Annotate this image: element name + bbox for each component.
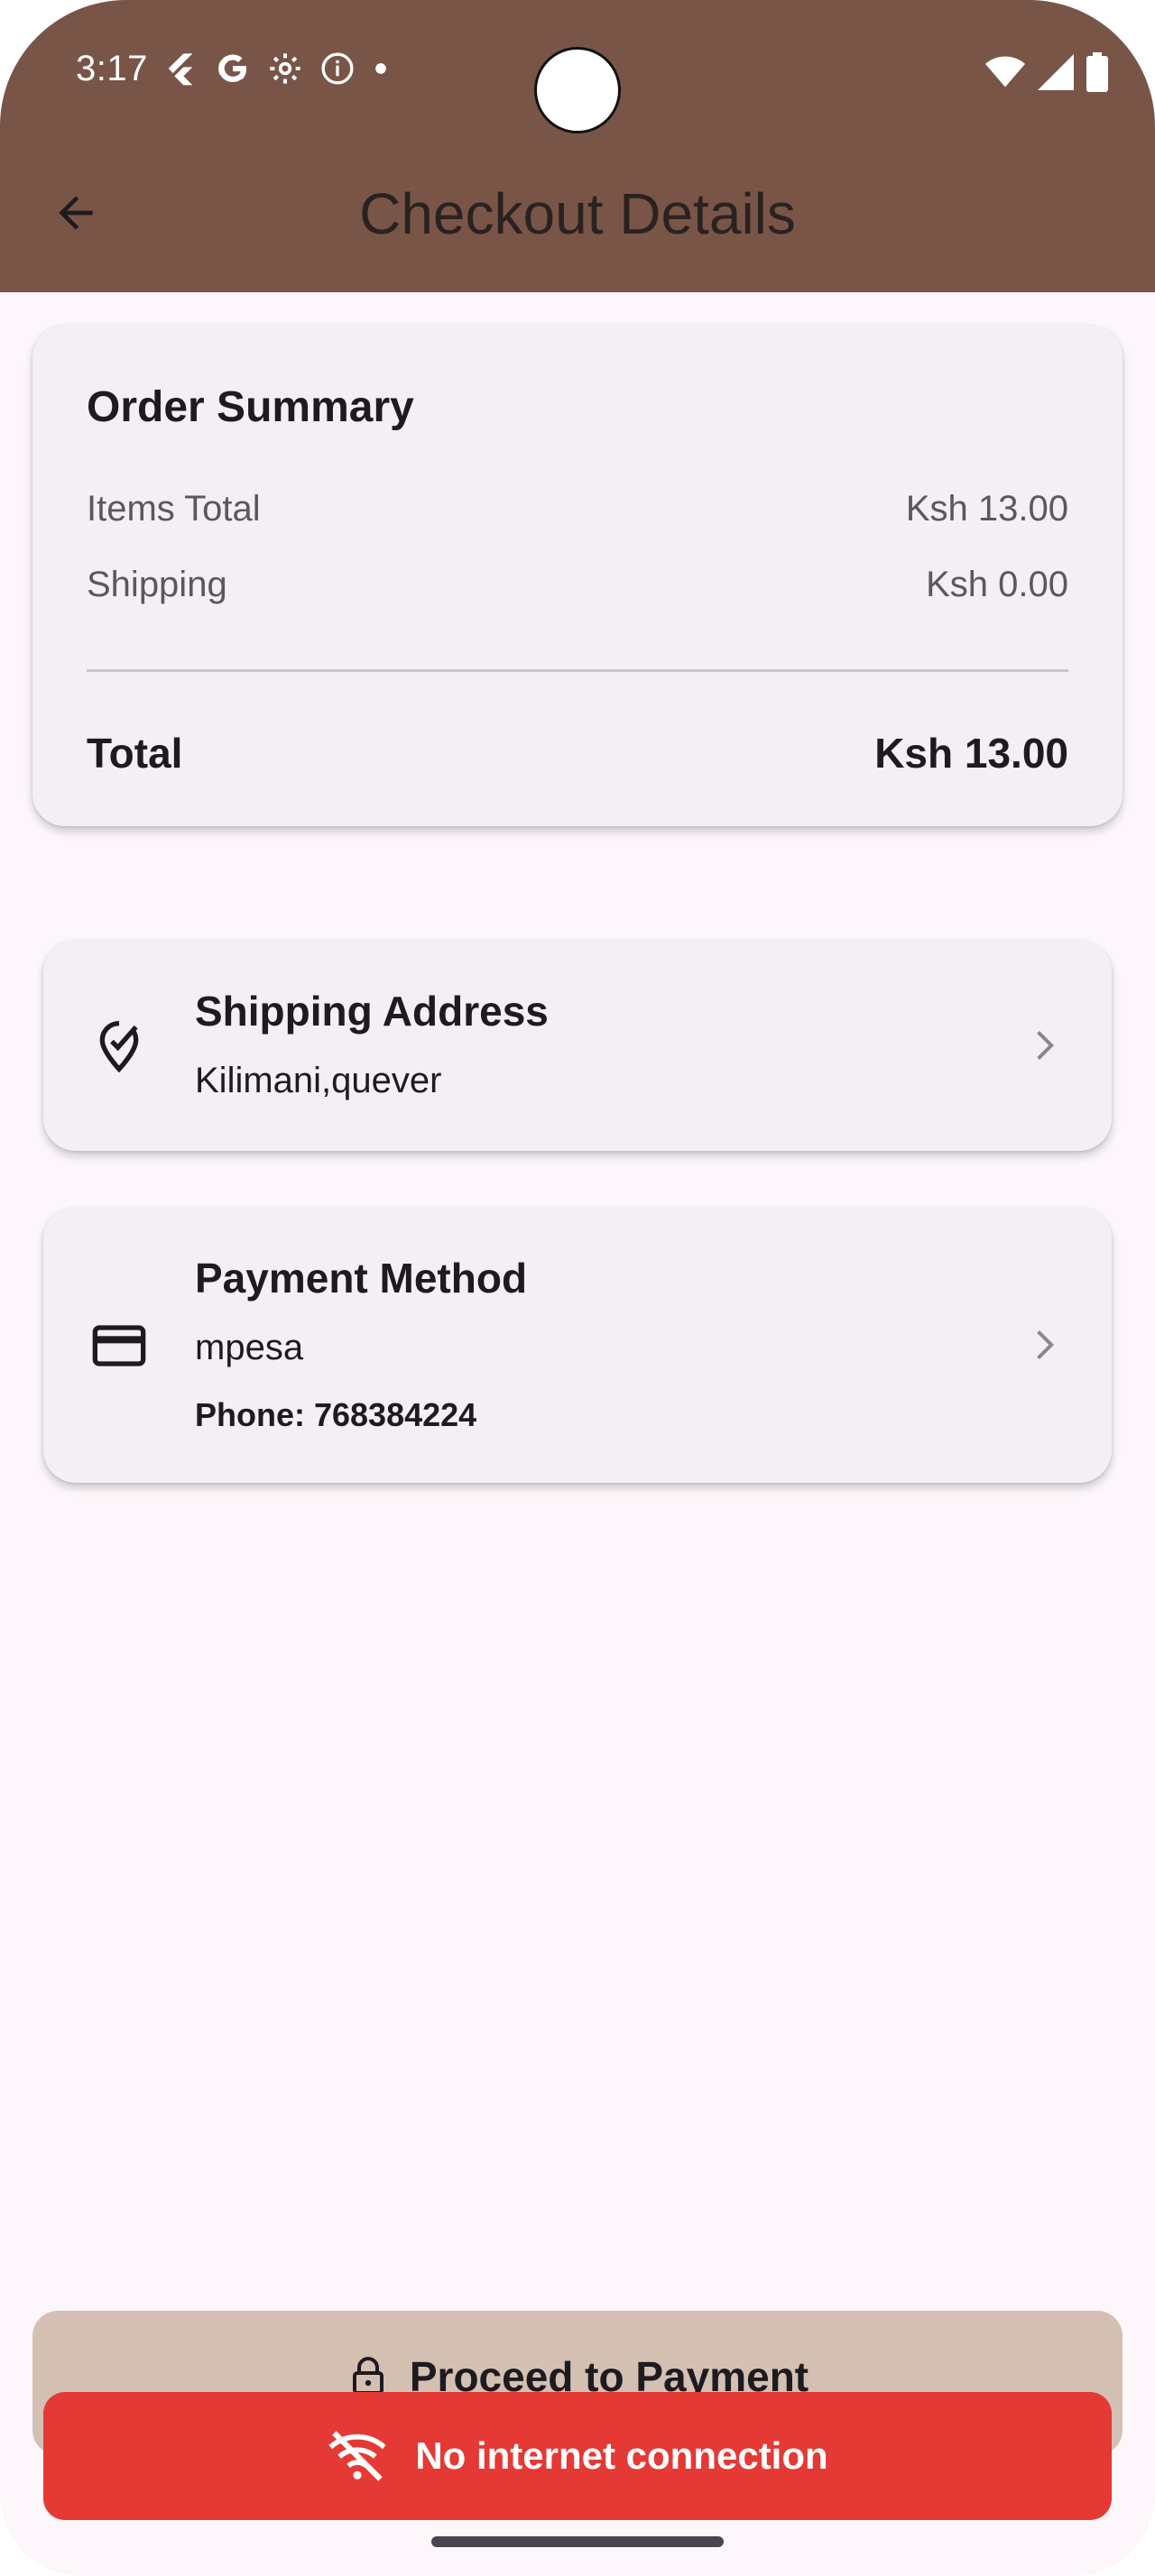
shipping-row: Shipping Ksh 0.00 [87, 565, 1068, 605]
payment-method-value: mpesa [195, 1328, 304, 1367]
page-title: Checkout Details [359, 181, 796, 246]
signal-icon [1038, 54, 1074, 90]
payment-method-title: Payment Method [195, 1255, 528, 1302]
camera-cutout [534, 47, 621, 133]
shipping-label: Shipping [87, 565, 227, 604]
total-label: Total [87, 730, 183, 777]
summary-divider [87, 669, 1068, 672]
shipping-address-card[interactable]: Shipping Address Kilimani,quever [43, 940, 1112, 1151]
payment-method-card[interactable]: Payment Method mpesa Phone: 768384224 [43, 1207, 1112, 1483]
app-bar: 3:17 Checkout Details [0, 0, 1155, 292]
status-notification-icons [162, 51, 390, 87]
credit-card-icon [92, 1325, 146, 1366]
info-icon [321, 52, 354, 85]
shipping-address-title: Shipping Address [195, 988, 549, 1035]
chevron-right-icon [1037, 1330, 1054, 1359]
items-total-label: Items Total [87, 489, 261, 529]
settings-icon [270, 53, 300, 84]
status-system-icons [985, 52, 1108, 92]
wifi-icon [985, 56, 1025, 87]
flutter-icon [168, 53, 193, 86]
order-summary-card: Order Summary Items Total Ksh 13.00 Ship… [32, 325, 1123, 826]
location-pin-icon [99, 1021, 139, 1073]
chevron-right-icon [1037, 1031, 1054, 1060]
google-icon [218, 54, 246, 82]
battery-icon [1086, 52, 1108, 92]
total-row: Total Ksh 13.00 [87, 729, 1068, 777]
wifi-off-icon [328, 2431, 386, 2481]
total-value: Ksh 13.00 [874, 730, 1068, 777]
shipping-value: Ksh 0.00 [926, 565, 1068, 604]
phone-screen: 3:17 Checkout Details Order Summary Item… [0, 0, 1155, 2576]
payment-phone: Phone: 768384224 [195, 1396, 477, 1433]
home-indicator[interactable] [431, 2536, 724, 2547]
status-time: 3:17 [76, 49, 148, 88]
shipping-address-value: Kilimani,quever [195, 1061, 442, 1100]
order-summary-title: Order Summary [87, 383, 414, 431]
no-connection-snackbar: No internet connection [43, 2392, 1112, 2520]
items-total-value: Ksh 13.00 [905, 489, 1068, 529]
snackbar-message: No internet connection [415, 2434, 828, 2477]
items-total-row: Items Total Ksh 13.00 [87, 489, 1068, 529]
dot-icon [375, 63, 386, 74]
